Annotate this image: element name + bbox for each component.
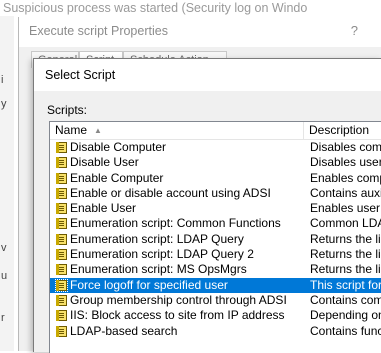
script-description: Disables user a	[310, 155, 381, 170]
script-description: Returns the list	[310, 247, 381, 262]
script-file-icon	[56, 187, 67, 199]
scripts-listview[interactable]: Name ▲ Description Disable Computer Disab…	[49, 121, 381, 353]
script-row[interactable]: Group membership control through ADSI Con…	[50, 293, 381, 308]
background-window-title: Suspicious process was started (Security…	[3, 1, 308, 15]
script-row[interactable]: Force logoff for specified user This scri…	[50, 277, 381, 293]
script-file-icon	[56, 294, 67, 306]
script-description: Contains function	[310, 323, 381, 338]
script-row[interactable]: Enumeration script: LDAP Query 2 Returns …	[50, 247, 381, 262]
properties-titlebar: Execute script Properties ?	[19, 17, 381, 47]
script-file-icon	[56, 203, 67, 215]
script-description: Contains auxilia	[310, 185, 381, 200]
script-description: Common LDAP	[310, 216, 381, 231]
script-name: Enumeration script: LDAP Query 2	[70, 247, 254, 262]
script-name: Disable User	[70, 155, 139, 170]
script-description: This script forc	[310, 277, 381, 292]
script-name: Enumeration script: LDAP Query	[70, 231, 244, 246]
help-button[interactable]: ?	[351, 23, 358, 38]
background-window-left-edge: i y v u r	[0, 16, 14, 351]
column-header-name[interactable]: Name ▲	[50, 122, 304, 139]
listview-header: Name ▲ Description	[50, 122, 381, 140]
select-script-titlebar: Select Script	[34, 59, 381, 91]
script-row[interactable]: Enable or disable account using ADSI Cont…	[50, 186, 381, 201]
script-file-icon	[56, 264, 67, 276]
script-file-icon	[55, 278, 68, 292]
script-description: Returns the list	[310, 231, 381, 246]
script-row[interactable]: Enumeration script: Common Functions Comm…	[50, 216, 381, 231]
script-name: LDAP-based search	[70, 323, 178, 338]
script-row[interactable]: IIS: Block access to site from IP addres…	[50, 308, 381, 323]
script-name: Disable Computer	[70, 140, 167, 154]
script-description: Returns the list	[310, 262, 381, 277]
script-name: Enumeration script: Common Functions	[70, 216, 281, 231]
listview-rows: Disable ComputerDisables compuDisable Us…	[50, 140, 381, 339]
select-script-title: Select Script	[45, 68, 116, 82]
sort-ascending-icon: ▲	[94, 126, 102, 135]
script-name: Enumeration script: MS OpsMgrs	[70, 262, 247, 277]
script-file-icon	[56, 172, 67, 184]
script-row[interactable]: Enable User Enables user a	[50, 201, 381, 216]
script-name: Enable Computer	[70, 170, 164, 185]
script-name: Force logoff for specified user	[70, 277, 228, 292]
script-file-icon	[56, 325, 67, 337]
scripts-label: Scripts:	[47, 103, 88, 117]
script-file-icon	[56, 157, 67, 169]
script-description: Depending on s	[310, 308, 381, 323]
column-header-description[interactable]: Description	[304, 122, 381, 139]
select-script-dialog: Select Script Scripts: Name ▲ Descriptio…	[33, 58, 381, 353]
script-row[interactable]: Enumeration script: MS OpsMgrs Returns th…	[50, 262, 381, 277]
script-description: Disables compu	[310, 140, 381, 154]
script-name: IIS: Block access to site from IP addres…	[70, 308, 285, 323]
script-file-icon	[56, 249, 67, 261]
script-row[interactable]: Enumeration script: LDAP Query Returns th…	[50, 232, 381, 247]
script-row[interactable]: Disable User Disables user a	[50, 155, 381, 170]
script-name: Enable or disable account using ADSI	[70, 185, 271, 200]
script-description: Contains comm	[310, 292, 381, 307]
script-file-icon	[56, 233, 67, 245]
script-file-icon	[56, 310, 67, 322]
script-name: Group membership control through ADSI	[70, 292, 287, 307]
script-description: Enables compu	[310, 170, 381, 185]
script-row[interactable]: Enable Computer Enables compu	[50, 171, 381, 186]
script-row[interactable]: LDAP-based search Contains function	[50, 324, 381, 339]
script-row[interactable]: Disable Computer Disables compu	[50, 140, 381, 155]
properties-title: Execute script Properties	[29, 24, 168, 38]
script-file-icon	[56, 142, 67, 153]
script-name: Enable User	[70, 201, 137, 216]
script-file-icon	[56, 218, 67, 230]
script-description: Enables user a	[310, 201, 381, 216]
